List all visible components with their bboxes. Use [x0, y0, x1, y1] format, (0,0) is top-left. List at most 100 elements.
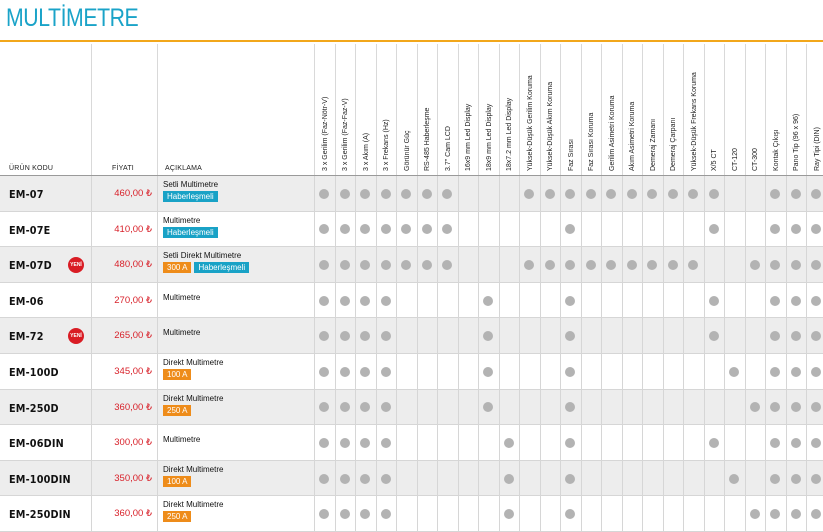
column-divider [519, 354, 520, 390]
column-divider [785, 496, 787, 532]
feature-dot [319, 509, 330, 520]
column-divider [478, 460, 479, 497]
feature-dot [811, 331, 822, 342]
column-divider [334, 176, 336, 212]
column-divider [703, 425, 705, 461]
feature-dot [339, 437, 350, 448]
feature-dot [708, 295, 719, 306]
feature-dot [483, 402, 494, 413]
column-divider [806, 282, 807, 319]
feature-header-label: 3 x Akım (A) [362, 132, 370, 171]
feature-dot [401, 224, 412, 235]
product-price: 265,00 ₺ [114, 330, 152, 342]
table-row: EM-100DIN 350,00 ₺ Direkt Multimetre 100 A [0, 460, 823, 497]
column-divider [375, 389, 377, 426]
feature-header-label: Görünür Güç [403, 130, 411, 171]
column-divider [662, 460, 664, 497]
feature-header: 3 x Frekans (Hz) [377, 44, 397, 175]
product-price: 345,00 ₺ [114, 366, 152, 377]
feature-dot [708, 224, 719, 235]
column-divider [498, 247, 500, 283]
description-text: Multimetre [163, 328, 201, 338]
column-divider [478, 247, 479, 283]
column-divider [396, 425, 397, 461]
product-code: EM-06DIN [9, 437, 64, 451]
product-description: Multimetre Haberleşmeli [163, 215, 313, 238]
column-divider [724, 425, 725, 461]
column-divider [355, 496, 356, 532]
feature-header-label: Gerilim Asimetri Koruma [608, 95, 616, 171]
column-divider [539, 318, 541, 354]
column-divider [621, 425, 623, 461]
column-divider [355, 282, 356, 319]
feature-dot [339, 224, 350, 235]
column-divider [457, 211, 459, 248]
column-divider [683, 282, 684, 319]
column-divider [621, 354, 623, 390]
column-divider [519, 496, 520, 532]
feature-dot [380, 402, 391, 413]
feature-dot [360, 473, 371, 484]
page-title: MULTİMETRE [6, 4, 139, 32]
column-divider [806, 211, 807, 248]
column-divider [539, 354, 541, 390]
product-price: 360,00 ₺ [114, 401, 152, 413]
column-divider [478, 318, 479, 354]
column-divider [457, 247, 459, 283]
feature-header-label: Faz Sırası [567, 139, 575, 171]
description-text: Direkt Multimetre [163, 358, 224, 367]
column-divider [683, 354, 684, 390]
column-divider [560, 211, 561, 248]
column-divider [457, 460, 459, 497]
header-price-cell: FİYATI [92, 44, 158, 175]
feature-dot [626, 259, 637, 270]
header-code: ÜRÜN KODU [9, 165, 54, 172]
column-divider [744, 425, 746, 461]
column-divider [91, 460, 92, 497]
column-divider [457, 425, 459, 461]
column-divider [375, 211, 377, 248]
column-divider [314, 211, 315, 248]
product-table: ÜRÜN KODU FİYATI AÇIKLAMA 3 x Gerilim (F… [0, 44, 823, 532]
column-divider [157, 389, 158, 426]
column-divider [642, 354, 643, 390]
feature-header: RS-485 Haberleşme [418, 44, 438, 175]
column-divider [519, 460, 520, 497]
feature-dot [770, 259, 781, 270]
feature-dot [790, 509, 801, 520]
feature-dot [606, 188, 617, 199]
product-code: EM-06 [9, 294, 44, 308]
column-divider [560, 282, 561, 319]
column-divider [437, 496, 438, 532]
feature-dot [319, 473, 330, 484]
feature-dot [647, 188, 658, 199]
product-description: Multimetre [163, 434, 313, 445]
column-divider [314, 318, 315, 354]
feature-dot [319, 188, 330, 199]
description-text: Direkt Multimetre [163, 393, 224, 403]
column-divider [662, 425, 664, 461]
feature-dot [790, 295, 801, 306]
column-divider [314, 389, 315, 426]
column-divider [396, 389, 397, 426]
column-divider [498, 460, 500, 497]
product-description: Setli Multimetre Haberleşmeli [163, 179, 313, 202]
column-divider [580, 247, 582, 283]
column-divider [621, 460, 623, 497]
feature-dot [380, 331, 391, 342]
feature-dot [483, 331, 494, 342]
feature-dot [606, 259, 617, 270]
column-divider [157, 496, 158, 532]
column-divider [478, 282, 479, 319]
feature-header: Görünür Güç [397, 44, 418, 175]
column-divider [560, 389, 561, 426]
feature-header: Ray Tipi (DIN) [807, 44, 823, 175]
column-divider [91, 389, 92, 426]
column-divider [519, 176, 520, 212]
column-divider [416, 318, 418, 354]
feature-dot [811, 224, 822, 235]
feature-tag: 100 A [163, 475, 192, 487]
feature-header-label: Demeraj Çarpanı [670, 117, 678, 171]
product-code: EM-100D [9, 366, 59, 379]
column-divider [580, 211, 582, 248]
